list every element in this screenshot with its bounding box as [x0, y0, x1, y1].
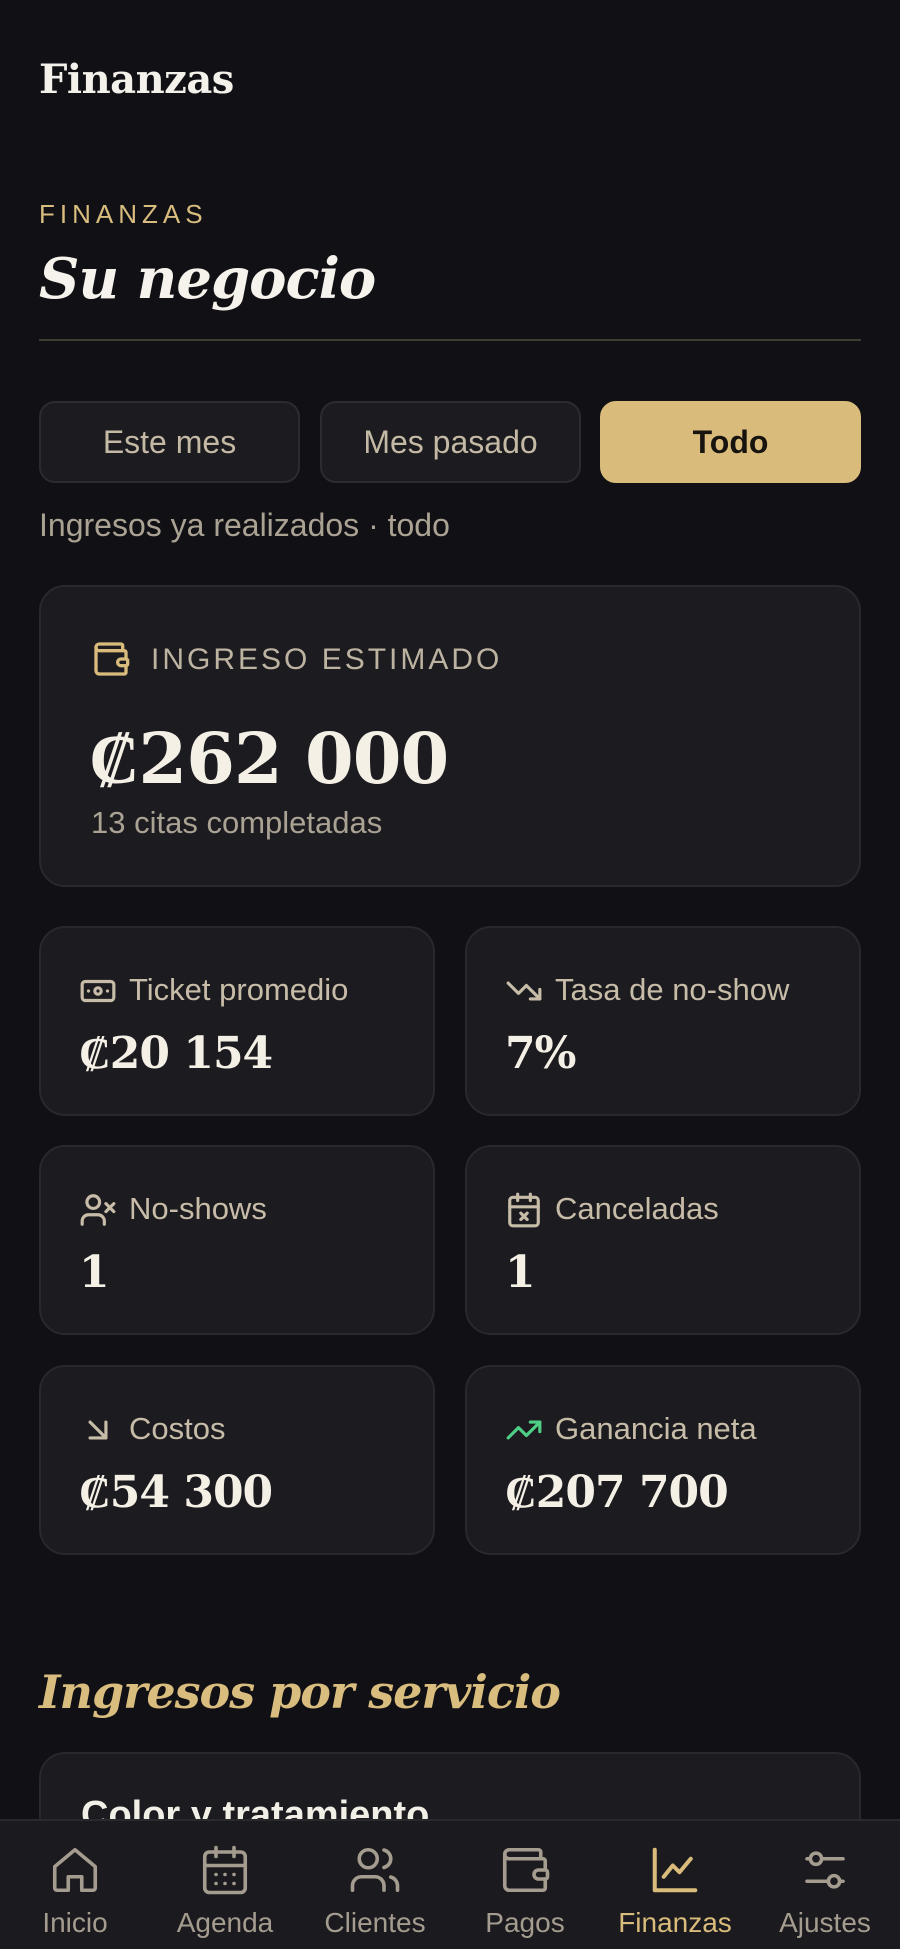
- calendar-icon: [202, 1845, 248, 1895]
- stat-label: Tasa de no-show: [555, 972, 790, 1007]
- trending-up-icon: [506, 1420, 542, 1440]
- nav-label: Pagos: [485, 1907, 565, 1938]
- nav-item-clientes[interactable]: Clientes: [300, 1821, 450, 1949]
- stat-value: 1: [79, 1247, 110, 1298]
- stat-value: ₡207 700: [505, 1467, 729, 1518]
- bottom-nav: Inicio Agenda Clientes Pagos Finanzas Aj…: [0, 1819, 900, 1949]
- estimated-income-card: INGRESO ESTIMADO ₡262 000 13 citas compl…: [39, 585, 861, 887]
- finanzas-screen: Finanzas FINANZAS Su negocio Este mes Me…: [0, 0, 900, 1949]
- page-title: Finanzas: [39, 56, 234, 103]
- nav-label: Agenda: [176, 1907, 274, 1938]
- stat-card-ganancia-neta: Ganancia neta ₡207 700: [465, 1365, 861, 1555]
- nav-label: Clientes: [324, 1907, 426, 1938]
- nav-label: Finanzas: [618, 1907, 732, 1938]
- nav-item-pagos[interactable]: Pagos: [450, 1821, 600, 1949]
- completed-appointments: 13 citas completadas: [91, 805, 383, 840]
- stat-value: ₡20 154: [79, 1028, 273, 1079]
- trending-down-icon: [506, 981, 542, 1001]
- stat-value: 1: [505, 1247, 536, 1298]
- banknote-icon: [80, 979, 116, 1003]
- nav-item-agenda[interactable]: Agenda: [150, 1821, 300, 1949]
- stat-card-canceladas: Canceladas 1: [465, 1145, 861, 1335]
- nav-label: Inicio: [42, 1907, 108, 1938]
- user-x-icon: [80, 1194, 116, 1226]
- stat-label: Canceladas: [555, 1191, 719, 1226]
- estimated-income-value: ₡262 000: [89, 717, 449, 800]
- period-tab-todo[interactable]: Todo: [600, 401, 861, 483]
- period-tab-mes-pasado[interactable]: Mes pasado: [320, 401, 581, 483]
- estimated-income-label: INGRESO ESTIMADO: [151, 643, 503, 676]
- nav-label: Ajustes: [779, 1907, 871, 1938]
- nav-item-finanzas[interactable]: Finanzas: [600, 1821, 750, 1949]
- wallet-icon: [502, 1847, 550, 1893]
- sliders-icon: [805, 1851, 845, 1889]
- services-section-title: Ingresos por servicio: [39, 1665, 561, 1719]
- calendar-x-icon: [508, 1192, 540, 1228]
- stat-label: No-shows: [129, 1191, 267, 1226]
- wallet-icon: [94, 642, 130, 676]
- home-icon: [52, 1847, 98, 1893]
- stat-value: ₡54 300: [79, 1467, 273, 1518]
- divider: [39, 339, 861, 341]
- period-tab-este-mes[interactable]: Este mes: [39, 401, 300, 483]
- stat-value: 7%: [505, 1028, 576, 1079]
- nav-item-ajustes[interactable]: Ajustes: [750, 1821, 900, 1949]
- stat-label: Costos: [129, 1411, 226, 1446]
- stat-card-costos: Costos ₡54 300: [39, 1365, 435, 1555]
- stat-card-tasa-no-show: Tasa de no-show 7%: [465, 926, 861, 1116]
- stat-label: Ganancia neta: [555, 1411, 757, 1446]
- stat-card-no-shows: No-shows 1: [39, 1145, 435, 1335]
- stat-card-ticket-promedio: Ticket promedio ₡20 154: [39, 926, 435, 1116]
- section-eyebrow: FINANZAS: [39, 199, 208, 229]
- chart-icon: [652, 1847, 698, 1893]
- hero-title: Su negocio: [39, 246, 376, 312]
- stat-label: Ticket promedio: [129, 972, 349, 1007]
- nav-item-inicio[interactable]: Inicio: [0, 1821, 150, 1949]
- users-icon: [350, 1847, 400, 1893]
- period-caption: Ingresos ya realizados · todo: [39, 507, 450, 543]
- arrow-down-right-icon: [88, 1420, 108, 1440]
